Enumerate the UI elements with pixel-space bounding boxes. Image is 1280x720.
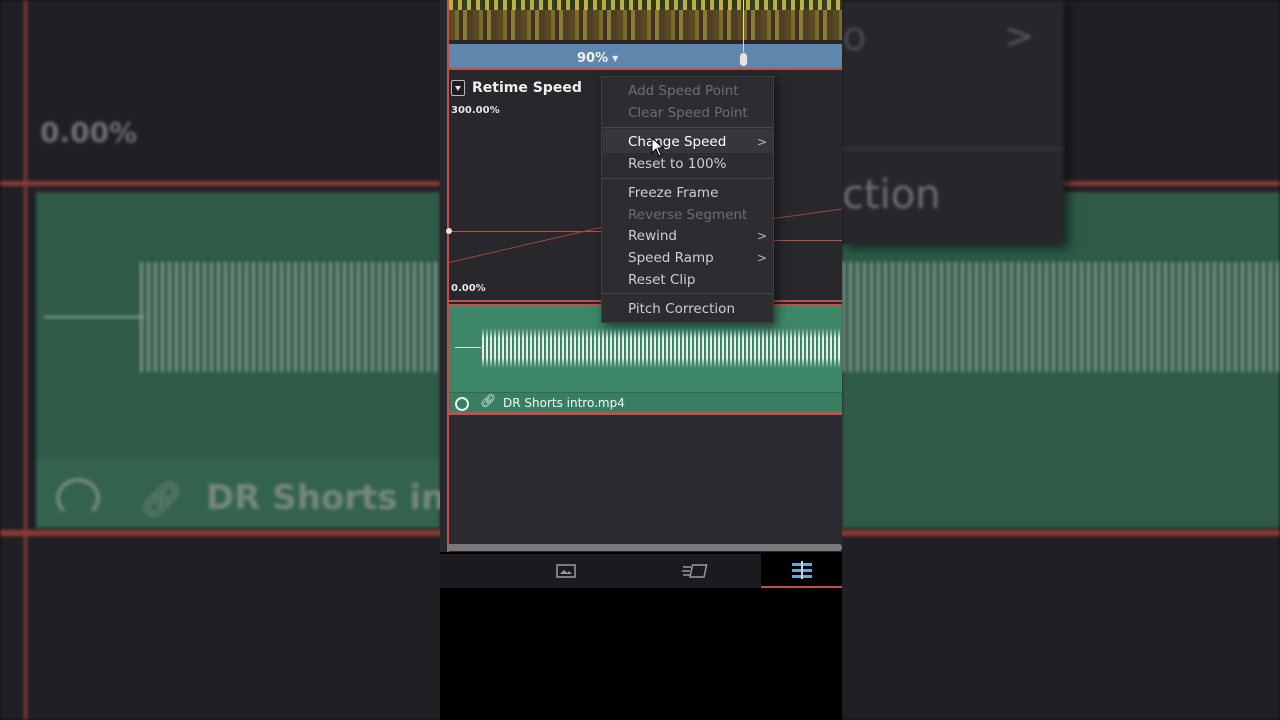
background-menu-text: ction [842, 172, 941, 218]
effects-icon [682, 564, 708, 578]
speed-point-handle[interactable] [739, 52, 748, 67]
audio-waveform [482, 328, 842, 368]
chevron-right-icon: > [757, 135, 768, 149]
menu-item-reset-to-100[interactable]: Reset to 100% [628, 156, 726, 172]
menu-divider [602, 178, 773, 179]
speed-context-menu: Add Speed Point Clear Speed Point Change… [601, 76, 774, 323]
link-icon: 🔗︎ [140, 480, 184, 520]
background-menu-text: o [842, 14, 867, 60]
horizontal-scrollbar[interactable] [447, 544, 842, 551]
speed-dropdown[interactable]: 90% ▼ [577, 51, 618, 66]
menu-item-rewind[interactable]: Rewind [628, 228, 677, 244]
retime-curve[interactable] [774, 240, 842, 241]
menu-item-pitch-correction[interactable]: Pitch Correction [628, 301, 735, 317]
background-flat-line [44, 316, 144, 318]
chevron-right-icon: > [1004, 16, 1035, 57]
speed-value: 90% [577, 51, 609, 66]
link-icon: 🔗︎ [480, 394, 497, 409]
clip-name: DR Shorts intro.mp4 [503, 396, 625, 410]
bottom-tab-bar [440, 554, 842, 588]
tab-media-pool[interactable] [501, 554, 631, 588]
speedometer-icon [56, 478, 100, 518]
menu-item-clear-speed-point[interactable]: Clear Speed Point [628, 105, 748, 121]
playhead-line [743, 0, 744, 60]
background-waveform [842, 262, 1280, 372]
retime-ramp-line [773, 208, 842, 219]
caret-down-icon: ▼ [612, 54, 619, 63]
media-pool-icon [556, 564, 576, 578]
background-menu-divider [842, 148, 1064, 150]
audio-flat-line [455, 347, 481, 348]
chevron-right-icon: > [757, 229, 768, 243]
retime-y-max: 300.00% [451, 105, 500, 116]
empty-track-area[interactable] [449, 415, 842, 543]
background-percent-label: 0.00% [40, 116, 138, 149]
background-red-line [0, 181, 440, 186]
menu-item-freeze-frame[interactable]: Freeze Frame [628, 185, 718, 201]
background-clip-name: DR Shorts int [206, 478, 462, 518]
clip-footer: 🔗︎ DR Shorts intro.mp4 [449, 392, 842, 414]
retime-ramp-line [448, 223, 615, 263]
collapse-toggle-icon[interactable] [451, 80, 465, 96]
tab-inspector[interactable] [761, 554, 842, 588]
speedometer-icon [455, 397, 469, 411]
retime-title: Retime Speed [472, 80, 582, 96]
background-waveform [140, 262, 440, 372]
menu-divider [602, 293, 773, 294]
tab-effects[interactable] [630, 554, 760, 588]
retime-y-min: 0.00% [451, 283, 486, 294]
background-red-edge [24, 0, 27, 720]
chevron-right-icon: > [757, 251, 768, 265]
menu-item-change-speed[interactable]: Change Speed [628, 134, 726, 150]
inspector-icon [791, 561, 812, 579]
menu-divider [602, 127, 773, 128]
video-thumbnail-detail [449, 0, 842, 10]
speed-bar[interactable]: 90% ▼ [449, 44, 842, 70]
retime-keyframe[interactable] [446, 228, 452, 234]
menu-item-add-speed-point[interactable]: Add Speed Point [628, 83, 739, 99]
menu-item-reverse-segment[interactable]: Reverse Segment [628, 207, 747, 223]
menu-item-speed-ramp[interactable]: Speed Ramp [628, 250, 714, 266]
menu-item-reset-clip[interactable]: Reset Clip [628, 272, 696, 288]
